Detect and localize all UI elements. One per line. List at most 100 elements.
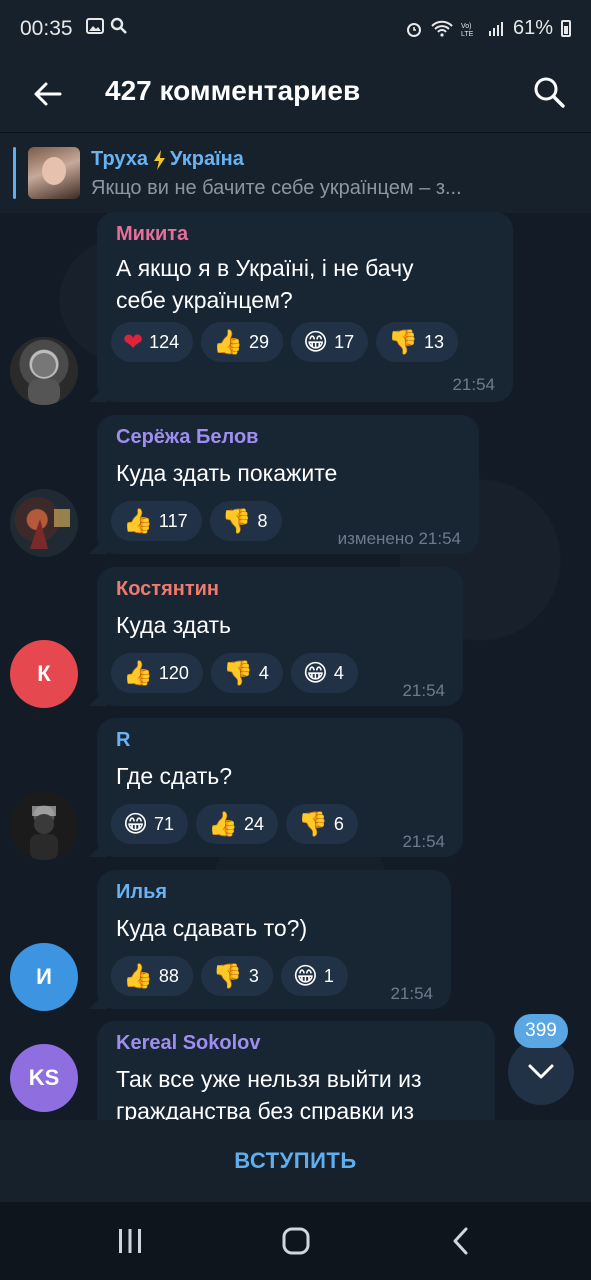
reaction-count: 6 [333, 813, 344, 834]
reaction-thumbs-down[interactable]: 👎 3 [200, 956, 273, 996]
message-author[interactable]: Костянтин [116, 578, 219, 601]
message-author[interactable]: Kereal Sokolov [116, 1032, 261, 1055]
grinning-face-icon: 😁 [123, 810, 149, 838]
message-author[interactable]: Серёжа Белов [116, 426, 258, 449]
reaction-grin[interactable]: 😁 17 [291, 322, 369, 362]
reaction-grin[interactable]: 😁 1 [280, 956, 348, 996]
pinned-thumbnail [28, 147, 80, 199]
reactions: 👍 88 👎 3 😁 1 [111, 956, 348, 996]
reaction-count: 3 [248, 965, 259, 986]
wifi-icon [431, 20, 453, 37]
status-time: 00:35 [20, 17, 73, 40]
grinning-face-icon: 😁 [303, 328, 329, 356]
arrow-left-icon[interactable] [28, 74, 68, 114]
reaction-count: 24 [243, 813, 264, 834]
user-photo-icon [28, 353, 60, 405]
reactions: 👍 117 👎 8 [111, 501, 282, 541]
battery-icon [561, 20, 571, 37]
channel-name: Труха [91, 148, 149, 170]
user-photo-icon [30, 509, 70, 549]
grinning-face-icon: 😁 [302, 659, 328, 687]
message-author[interactable]: R [116, 729, 130, 752]
avatar[interactable] [10, 792, 78, 860]
thumbs-up-icon: 👍 [123, 962, 153, 990]
reaction-count: 117 [158, 510, 188, 531]
message-time: 21:54 [402, 681, 445, 700]
message-bubble: Серёжа Белов Куда здать покажите 👍 117 👎 8… [89, 415, 479, 554]
unread-count-badge: 399 [514, 1014, 568, 1048]
avatar[interactable]: К [10, 640, 78, 708]
message-text-line: себе українцем? [116, 287, 293, 313]
reaction-heart[interactable]: ❤ 124 [111, 322, 194, 362]
lightning-icon [154, 149, 166, 170]
gallery-icon [86, 18, 104, 34]
reaction-thumbs-down[interactable]: 👎 8 [209, 501, 282, 541]
top-app-bar: 427 комментариев [0, 58, 591, 132]
reaction-count: 29 [249, 331, 270, 352]
thumbs-up-icon: 👍 [123, 507, 153, 535]
reaction-thumbs-up[interactable]: 👍 29 [201, 322, 284, 362]
reaction-thumbs-down[interactable]: 👎 4 [210, 653, 283, 693]
home-icon[interactable] [276, 1224, 316, 1258]
message-author[interactable]: Микита [116, 223, 188, 246]
reaction-count: 124 [149, 331, 180, 352]
reaction-thumbs-up[interactable]: 👍 88 [111, 956, 193, 996]
message-text: А якщо я в Україні, і не бачу себе украї… [116, 252, 414, 316]
search-icon[interactable] [529, 72, 569, 112]
pinned-post[interactable]: Труха Україна Якщо ви не бачите себе укр… [0, 132, 591, 213]
reaction-thumbs-down[interactable]: 👎 13 [376, 322, 459, 362]
thumbs-up-icon: 👍 [213, 328, 244, 356]
message-author[interactable]: Илья [116, 881, 167, 904]
reaction-count: 88 [158, 965, 179, 986]
message-time: 21:54 [452, 375, 495, 394]
signal-icon [488, 21, 503, 36]
alarm-icon [406, 22, 421, 37]
pinned-channel-name: Труха Україна [91, 148, 244, 171]
reaction-thumbs-up[interactable]: 👍 117 [111, 501, 202, 541]
reaction-count: 8 [257, 510, 268, 531]
reaction-grin[interactable]: 😁 71 [111, 804, 189, 844]
reaction-thumbs-up[interactable]: 👍 24 [196, 804, 278, 844]
thumbs-up-icon: 👍 [123, 659, 153, 687]
chevron-down-icon [528, 1064, 554, 1079]
message-bubble: Илья Куда сдавать то?) 👍 88 👎 3 😁 1 21:54 [89, 870, 451, 1009]
scroll-down-button[interactable] [508, 1039, 574, 1105]
channel-suffix: Україна [170, 148, 244, 170]
message-time: 21:54 [402, 832, 445, 851]
reaction-count: 4 [258, 662, 269, 683]
message-bubble: R Где сдать? 😁 71 👍 24 👎 6 21:54 [89, 718, 463, 857]
message-text: Куда здать покажите [116, 460, 338, 486]
user-photo-icon [30, 806, 58, 860]
join-button[interactable]: ВСТУПИТЬ [234, 1148, 356, 1174]
reaction-thumbs-up[interactable]: 👍 120 [111, 653, 203, 693]
reaction-count: 17 [334, 331, 355, 352]
thumbs-down-icon: 👎 [388, 328, 419, 356]
message-text: Куда здать [116, 612, 231, 638]
back-icon[interactable] [442, 1224, 482, 1258]
reaction-thumbs-down[interactable]: 👎 6 [285, 804, 358, 844]
message-text-line: Так все уже нельзя выйти из [116, 1066, 422, 1092]
thumbs-down-icon: 👎 [221, 507, 252, 535]
avatar[interactable] [10, 489, 78, 557]
avatar[interactable]: KS [10, 1044, 78, 1112]
message-text-line: А якщо я в Україні, і не бачу [116, 255, 414, 281]
reaction-count: 120 [158, 662, 189, 683]
battery-percent: 61% [512, 17, 553, 39]
message-text: Где сдать? [116, 763, 233, 789]
avatar[interactable]: И [10, 943, 78, 1011]
message-text: Куда сдавать то?) [116, 915, 308, 941]
reaction-grin[interactable]: 😁 4 [290, 653, 358, 693]
volte-icon: Vo)LTE [461, 23, 474, 38]
thumbs-down-icon: 👎 [222, 659, 253, 687]
avatar[interactable] [10, 337, 78, 405]
thumbs-down-icon: 👎 [297, 810, 328, 838]
search-icon [110, 17, 127, 34]
thumbs-down-icon: 👎 [212, 962, 243, 990]
recent-apps-icon[interactable] [110, 1224, 150, 1258]
reaction-count: 1 [323, 965, 334, 986]
join-bar: ВСТУПИТЬ [0, 1120, 591, 1202]
grinning-face-icon: 😁 [292, 962, 318, 990]
message-bubble: Микита А якщо я в Україні, і не бачу себ… [89, 212, 513, 402]
system-nav-bar [0, 1202, 591, 1280]
svg-text:Vo): Vo) [461, 23, 472, 30]
